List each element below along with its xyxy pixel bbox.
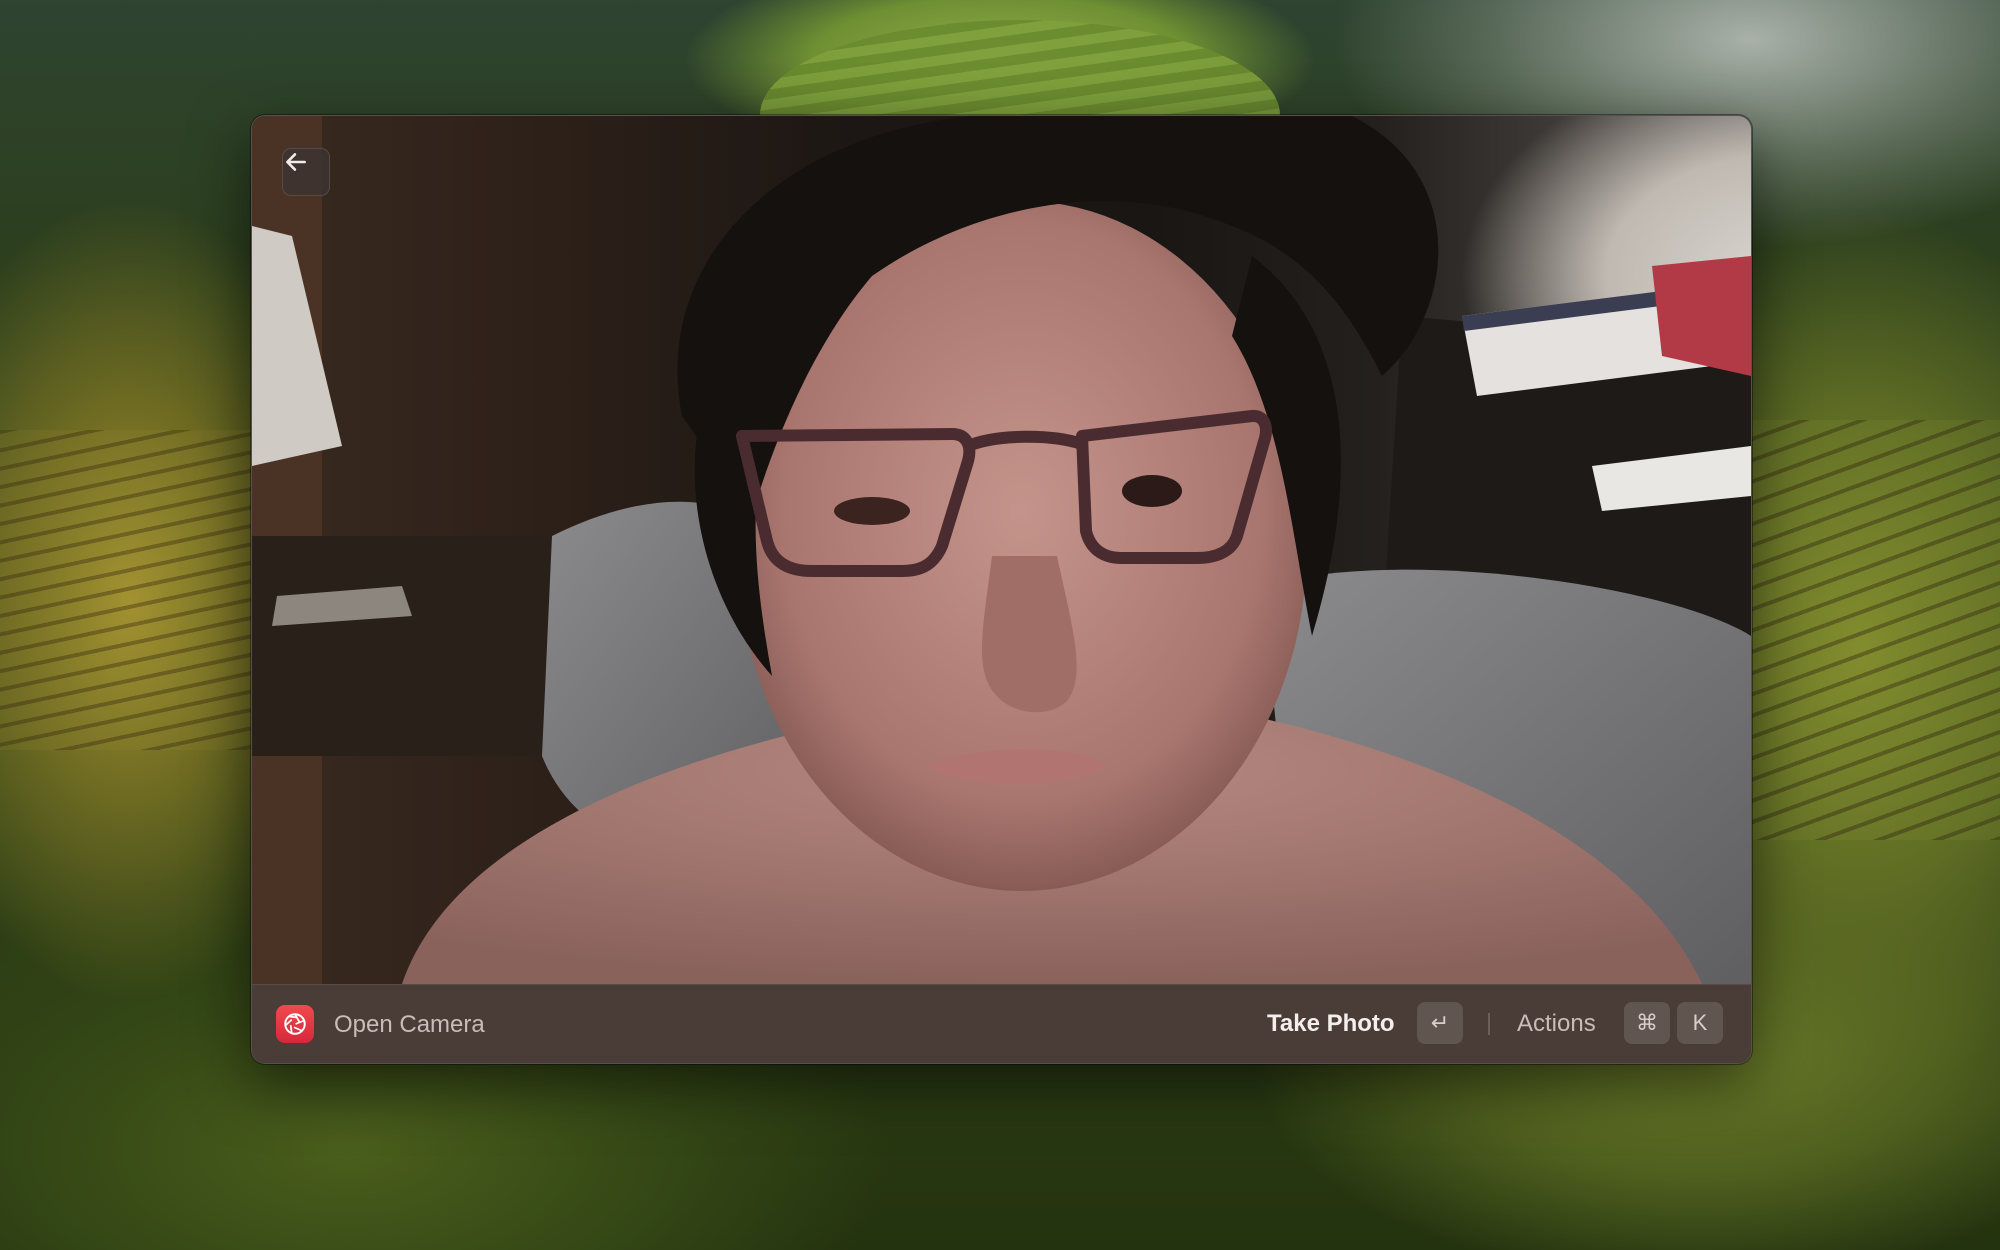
- take-photo-button[interactable]: Take Photo: [1267, 1009, 1395, 1039]
- k-key-shortcut: K: [1677, 1002, 1723, 1044]
- camera-aperture-icon: [276, 1005, 314, 1043]
- enter-key-shortcut: ↵: [1417, 1002, 1463, 1044]
- camera-preview-image: [252, 116, 1751, 984]
- arrow-left-icon: [286, 153, 306, 171]
- wallpaper-vineyard-left: [0, 430, 260, 750]
- actions-button[interactable]: Actions: [1517, 1009, 1596, 1039]
- camera-preview: [252, 116, 1751, 984]
- wallpaper-vineyard-right: [1740, 420, 2000, 840]
- camera-window: Open Camera Take Photo ↵ Actions ⌘ K: [251, 115, 1752, 1064]
- action-bar: Open Camera Take Photo ↵ Actions ⌘ K: [252, 984, 1751, 1063]
- wallpaper-hill: [760, 20, 1280, 115]
- app-title: Open Camera: [334, 1011, 485, 1038]
- back-button[interactable]: [282, 148, 330, 196]
- action-divider: [1488, 1013, 1490, 1035]
- command-key-shortcut: ⌘: [1624, 1002, 1670, 1044]
